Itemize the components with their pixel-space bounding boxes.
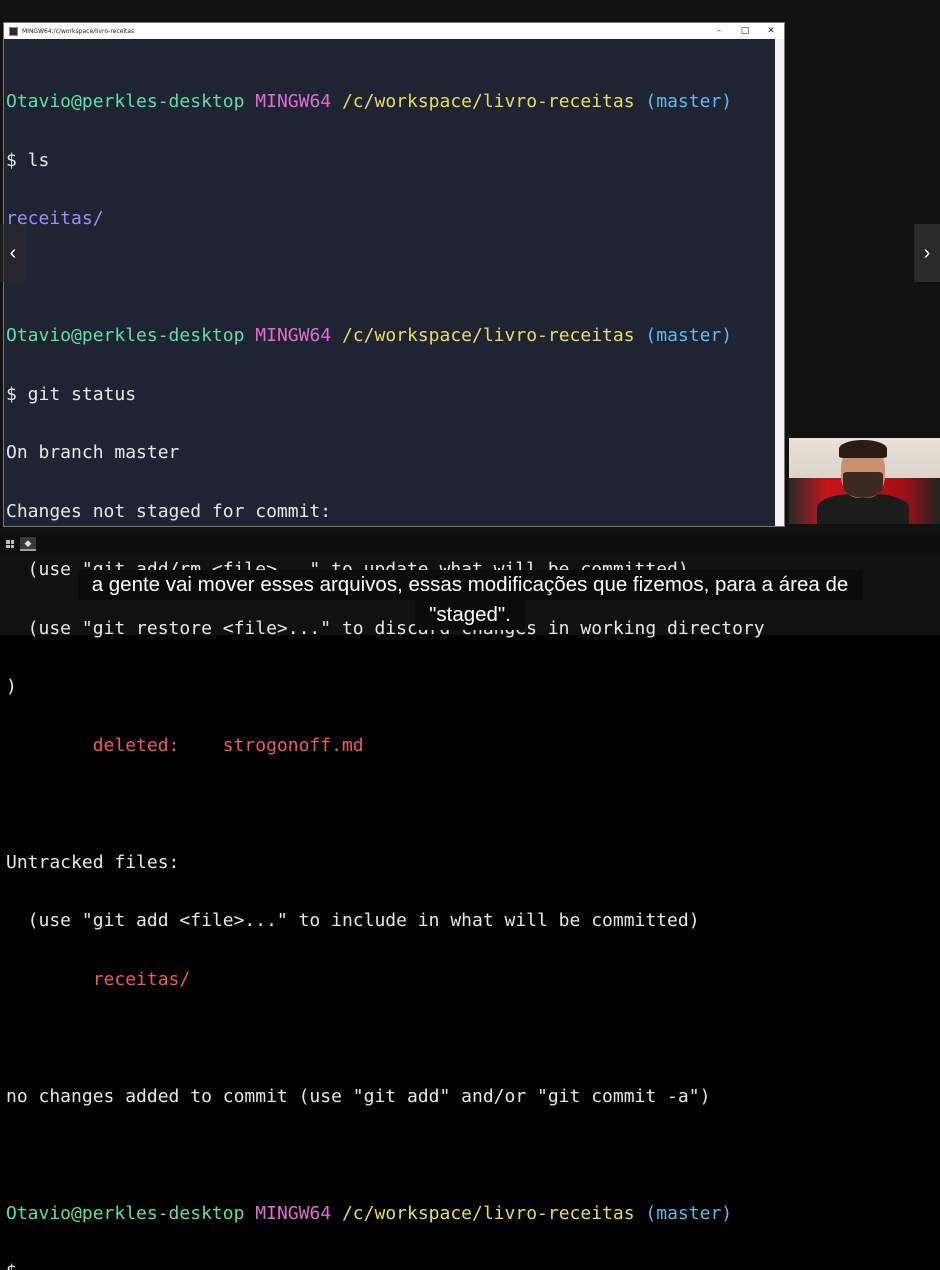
status-hint-paren: ) [6, 676, 17, 697]
window-titlebar[interactable]: MINGW64:/c/workspace/livro-receitas – □ … [4, 23, 784, 39]
prompt-path: /c/workspace/livro-receitas [341, 1202, 635, 1224]
webcam-person-body [817, 494, 909, 524]
prompt-path: /c/workspace/livro-receitas [341, 91, 635, 112]
previous-slide-button[interactable]: ‹ [0, 224, 26, 282]
windows-start-icon[interactable] [6, 540, 14, 548]
prompt-line: Otavio@perkles-desktop MINGW64 /c/worksp… [6, 92, 774, 112]
minimize-button[interactable]: – [706, 23, 732, 39]
status-deleted-file: deleted: strogonoff.md [6, 734, 364, 756]
subtitle-line-2: "staged". [415, 600, 525, 630]
status-no-changes: no changes added to commit (use "git add… [6, 1085, 711, 1107]
prompt-user: Otavio@perkles-desktop [6, 1202, 245, 1224]
terminal-output[interactable]: Otavio@perkles-desktop MINGW64 /c/worksp… [6, 53, 774, 1270]
prompt-branch: (master) [645, 325, 733, 346]
status-not-staged: Changes not staged for commit: [6, 500, 332, 522]
presenter-webcam [789, 438, 940, 524]
prompt-line: Otavio@perkles-desktop MINGW64 /c/worksp… [6, 326, 774, 346]
terminal-scrollbar[interactable] [775, 39, 784, 526]
prompt-path: /c/workspace/livro-receitas [341, 325, 635, 346]
maximize-button[interactable]: □ [732, 23, 758, 39]
status-hint-include: (use "git add <file>..." to include in w… [6, 910, 700, 931]
prompt-branch: (master) [645, 1202, 733, 1224]
webcam-person-hair [839, 440, 887, 458]
taskbar-terminal-app-icon[interactable]: ◆ [20, 537, 36, 551]
status-untracked: Untracked files: [6, 851, 180, 873]
terminal-window[interactable]: MINGW64:/c/workspace/livro-receitas – □ … [3, 22, 785, 1270]
prompt-user: Otavio@perkles-desktop [6, 325, 245, 346]
window-controls: – □ ✕ [706, 23, 784, 39]
prompt-mingw: MINGW64 [255, 325, 332, 346]
close-button[interactable]: ✕ [758, 23, 784, 39]
next-slide-button[interactable]: › [914, 224, 940, 282]
prompt-branch: (master) [645, 91, 733, 112]
subtitle-line-1: a gente vai mover esses arquivos, essas … [77, 570, 863, 600]
prompt-mingw: MINGW64 [255, 1202, 332, 1224]
window-title: MINGW64:/c/workspace/livro-receitas [22, 27, 135, 35]
command-ls: $ ls [6, 149, 50, 171]
prompt-user: Otavio@perkles-desktop [6, 91, 245, 112]
ls-output: receitas/ [6, 208, 104, 229]
webcam-person-beard [843, 472, 883, 498]
status-untracked-dir: receitas/ [6, 968, 191, 990]
video-subtitles: a gente vai mover esses arquivos, essas … [0, 570, 940, 630]
prompt-mingw: MINGW64 [255, 91, 332, 112]
chevron-right-icon: › [923, 242, 931, 264]
terminal-app-icon [9, 26, 18, 36]
command-prompt-cursor: $ [6, 1262, 774, 1270]
prompt-line: Otavio@perkles-desktop MINGW64 /c/worksp… [6, 1202, 774, 1224]
taskbar: ◆ [0, 535, 940, 553]
chevron-left-icon: ‹ [9, 242, 17, 264]
status-branch: On branch master [6, 442, 180, 463]
command-git-status: $ git status [6, 383, 137, 405]
